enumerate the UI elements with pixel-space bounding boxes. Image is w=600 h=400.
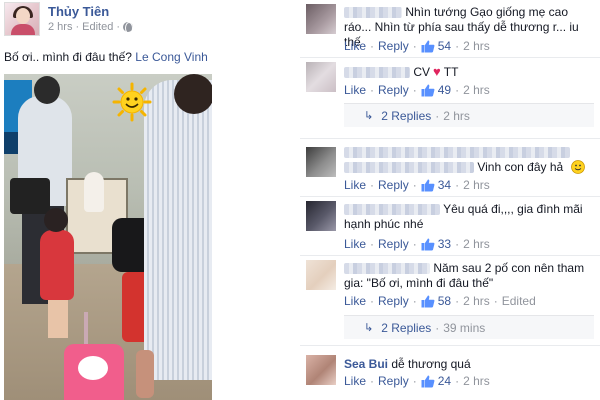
reply-button[interactable]: Reply: [378, 237, 409, 251]
reply-button[interactable]: Reply: [378, 374, 409, 388]
comment-time[interactable]: 2 hrs: [463, 294, 490, 308]
like-count[interactable]: 33: [438, 237, 451, 251]
thumbs-up-icon: [421, 295, 435, 307]
commenter-name-blurred[interactable]: [344, 263, 430, 275]
view-replies-link[interactable]: 2 Replies: [381, 321, 431, 335]
comment-time[interactable]: 2 hrs: [463, 39, 490, 53]
comment-actions: Like · Reply · 54 · 2 hrs: [344, 39, 490, 53]
replies-time: 39 mins: [443, 320, 486, 335]
reply-button[interactable]: Reply: [378, 83, 409, 97]
comment-body: Yêu quá đi,,,, gia đình mãi hạnh phúc nh…: [344, 202, 594, 232]
comments-panel: Nhìn tướng Gạo giống mẹ cao ráo... Nhìn …: [300, 0, 600, 400]
post-edited-label[interactable]: Edited: [82, 21, 113, 33]
view-replies-row[interactable]: ↳ 2 Replies · 39 mins: [344, 315, 594, 339]
comment-body: Năm sau 2 pố con nên tham gia: "Bố ơi, m…: [344, 261, 594, 291]
like-count[interactable]: 58: [438, 294, 451, 308]
thumbs-up-icon: [421, 84, 435, 96]
like-button[interactable]: Like: [344, 294, 366, 308]
comment-text-part: TT: [443, 65, 459, 79]
facebook-post: Thủy Tiên 2 hrs · Edited · Bố ơi.. mình …: [0, 0, 226, 400]
like-count[interactable]: 34: [438, 178, 451, 192]
commenter-avatar[interactable]: [306, 260, 336, 290]
sun-emoji-icon: [112, 82, 152, 122]
post-author-name[interactable]: Thủy Tiên: [48, 4, 109, 19]
like-count[interactable]: 54: [438, 39, 451, 53]
heart-icon: ♥: [433, 64, 441, 79]
comment-edited-label[interactable]: Edited: [502, 294, 536, 308]
reply-button[interactable]: Reply: [378, 294, 409, 308]
comment-actions: Like · Reply · 49 · 2 hrs: [344, 83, 490, 97]
commenter-name[interactable]: Sea Bui: [344, 357, 388, 371]
commenter-avatar[interactable]: [306, 201, 336, 231]
post-caption: Bố ơi.. mình đi đâu thế?: [4, 50, 132, 64]
reply-button[interactable]: Reply: [378, 39, 409, 53]
post-text: Bố ơi.. mình đi đâu thế? Le Cong Vinh: [4, 50, 208, 64]
comment-text: Vinh con đây hả: [477, 160, 564, 174]
comment-actions: Like · Reply · 34 · 2 hrs: [344, 178, 490, 192]
view-replies-row[interactable]: ↳ 2 Replies · 2 hrs: [344, 103, 594, 127]
comment-body: Vinh con đây hả: [344, 145, 594, 175]
comment-time[interactable]: 2 hrs: [463, 83, 490, 97]
reply-button[interactable]: Reply: [378, 178, 409, 192]
like-button[interactable]: Like: [344, 237, 366, 251]
post-time[interactable]: 2 hrs: [48, 21, 72, 33]
author-avatar[interactable]: [4, 2, 40, 36]
commenter-name-blurred[interactable]: [344, 67, 410, 79]
commenter-avatar[interactable]: [306, 62, 336, 92]
reply-arrow-icon: ↳: [364, 322, 374, 334]
comment-time[interactable]: 2 hrs: [463, 374, 490, 388]
thumbs-up-icon: [421, 238, 435, 250]
comment-body: Sea Bui dễ thương quá: [344, 357, 594, 372]
like-count[interactable]: 24: [438, 374, 451, 388]
thumbs-up-icon: [421, 179, 435, 191]
commenter-name-blurred[interactable]: [344, 7, 402, 19]
comment-time[interactable]: 2 hrs: [463, 178, 490, 192]
post-meta: 2 hrs · Edited ·: [48, 21, 134, 34]
like-button[interactable]: Like: [344, 39, 366, 53]
commenter-name-blurred[interactable]: [344, 204, 440, 216]
comment-time[interactable]: 2 hrs: [463, 237, 490, 251]
thumbs-up-icon: [421, 375, 435, 387]
commenter-name-blurred[interactable]: [344, 162, 474, 174]
commenter-name-blurred[interactable]: [344, 147, 570, 159]
commenter-avatar[interactable]: [306, 355, 336, 385]
comment-actions: Like · Reply · 58 · 2 hrs · Edited: [344, 294, 536, 308]
comment-actions: Like · Reply · 33 · 2 hrs: [344, 237, 490, 251]
globe-icon[interactable]: [123, 22, 134, 34]
post-header: Thủy Tiên 2 hrs · Edited ·: [4, 2, 222, 36]
reply-arrow-icon: ↳: [364, 110, 374, 122]
comment-actions: Like · Reply · 24 · 2 hrs: [344, 374, 490, 388]
smiley-emoji-icon: [570, 160, 585, 174]
tagged-person-link[interactable]: Le Cong Vinh: [135, 50, 208, 64]
commenter-avatar[interactable]: [306, 147, 336, 177]
commenter-avatar[interactable]: [306, 4, 336, 34]
like-button[interactable]: Like: [344, 83, 366, 97]
replies-time: 2 hrs: [443, 108, 470, 123]
post-photo[interactable]: [4, 74, 212, 400]
comment-text-part: CV: [413, 65, 431, 79]
comment-body: CV ♥ TT: [344, 64, 458, 80]
comment-text: dễ thương quá: [391, 357, 471, 371]
like-button[interactable]: Like: [344, 374, 366, 388]
like-count[interactable]: 49: [438, 83, 451, 97]
thumbs-up-icon: [421, 40, 435, 52]
view-replies-link[interactable]: 2 Replies: [381, 109, 431, 123]
like-button[interactable]: Like: [344, 178, 366, 192]
